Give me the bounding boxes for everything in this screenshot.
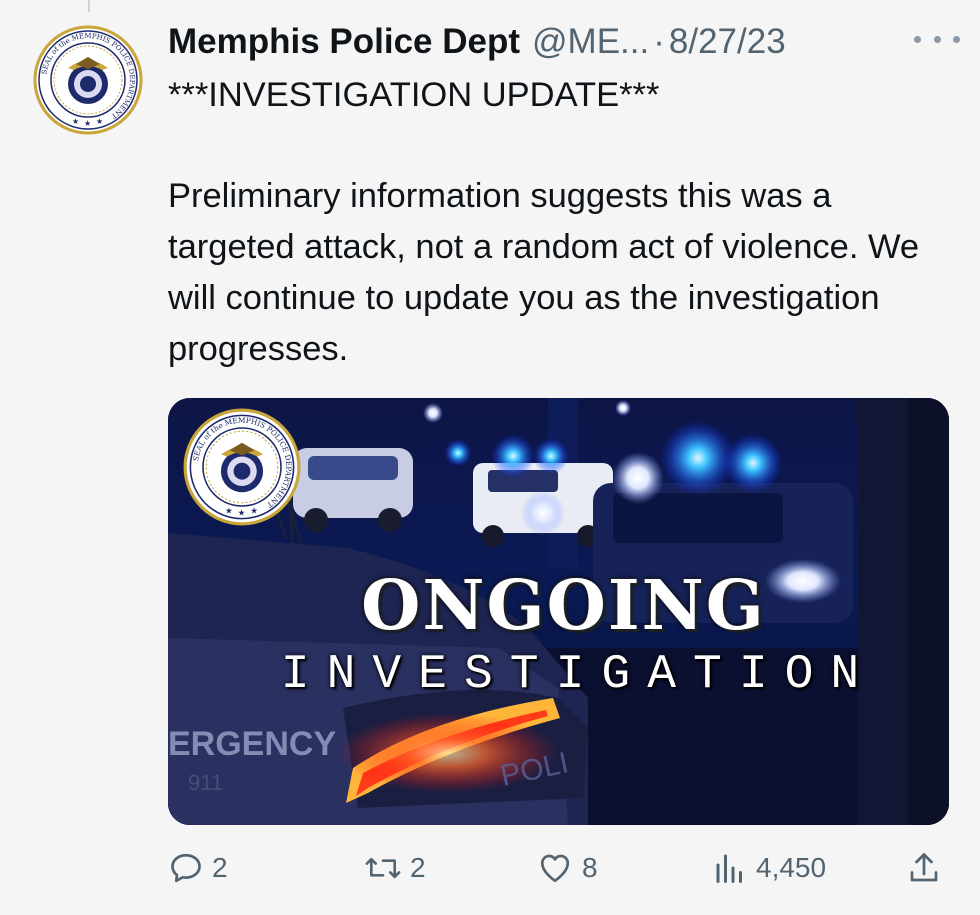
share-button[interactable] (906, 848, 942, 888)
reply-button[interactable]: 2 (168, 848, 228, 888)
more-dot (953, 35, 960, 43)
svg-text:★: ★ (96, 117, 103, 126)
vehicle-text-emergency: ERGENCY (168, 725, 336, 763)
tweet-heading: ***INVESTIGATION UPDATE*** (168, 76, 660, 114)
tweet-body: Preliminary information suggests this wa… (168, 177, 920, 368)
svg-text:★: ★ (72, 117, 79, 126)
tweet-actions: 2 2 8 4,450 (168, 848, 948, 888)
views-icon (716, 854, 742, 883)
media-seal-logo: SEAL of the MEMPHIS POLICE DEPARTMENT ★ ★… (183, 408, 301, 526)
svg-text:★: ★ (225, 505, 233, 515)
tweet-media-image[interactable]: ERGENCY 911 POLI SEAL of the MEMPHIS POL… (168, 398, 949, 825)
author-handle[interactable]: @ME... (532, 22, 649, 62)
svg-text:★: ★ (84, 119, 91, 128)
more-dot (933, 35, 941, 43)
svg-text:★: ★ (250, 505, 258, 515)
separator-dot: · (653, 22, 665, 61)
police-seal-icon: SEAL of the MEMPHIS POLICE DEPARTMENT ★ ★… (33, 25, 143, 135)
more-icon[interactable] (914, 24, 960, 54)
author-name[interactable]: Memphis Police Dept (168, 22, 520, 62)
like-button[interactable]: 8 (536, 848, 598, 888)
share-icon (910, 853, 938, 882)
like-count: 8 (582, 852, 598, 883)
avatar[interactable]: SEAL of the MEMPHIS POLICE DEPARTMENT ★ ★… (32, 24, 144, 136)
vehicle-text-911: 911 (188, 770, 223, 795)
like-icon (540, 854, 570, 883)
police-seal-icon: SEAL of the MEMPHIS POLICE DEPARTMENT ★ ★… (183, 408, 301, 526)
tweet-header: Memphis Police Dept @ME... · 8/27/23 (168, 18, 960, 66)
tweet-text: ***INVESTIGATION UPDATE*** Preliminary i… (168, 70, 948, 375)
repost-count: 2 (410, 852, 426, 883)
more-dot (914, 35, 921, 43)
repost-icon (365, 857, 401, 879)
reply-count: 2 (212, 852, 228, 883)
views-button[interactable]: 4,450 (712, 848, 826, 888)
repost-button[interactable]: 2 (364, 848, 426, 888)
tweet-date[interactable]: 8/27/23 (669, 22, 786, 62)
view-count: 4,450 (756, 852, 827, 883)
media-title-investigation: INVESTIGATION (280, 648, 877, 702)
svg-text:★: ★ (238, 507, 246, 517)
media-title-ongoing: ONGOING (361, 566, 766, 646)
thread-line (88, 0, 90, 12)
reply-icon (171, 853, 201, 883)
